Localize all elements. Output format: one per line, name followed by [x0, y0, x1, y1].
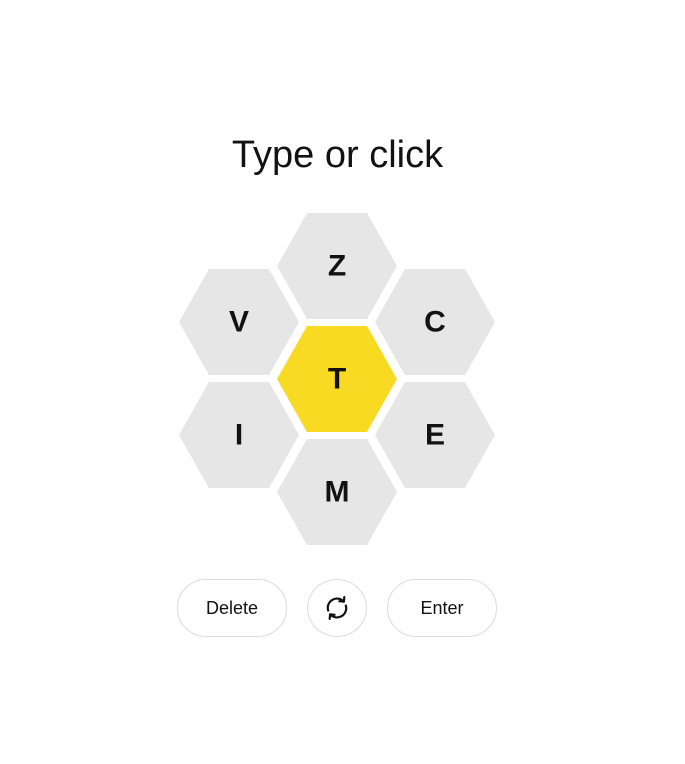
delete-button[interactable]: Delete	[177, 579, 287, 637]
hive-cell-upper-left[interactable]: V	[179, 269, 299, 375]
shuffle-button[interactable]	[307, 579, 367, 637]
hive-cell-upper-right[interactable]: C	[375, 269, 495, 375]
hive-cell-bottom[interactable]: M	[277, 439, 397, 545]
hive-cell-lower-right[interactable]: E	[375, 382, 495, 488]
hive-letter: T	[328, 363, 346, 396]
hive-letter: M	[325, 476, 350, 509]
hive-letter: Z	[328, 250, 346, 283]
delete-button-label: Delete	[205, 597, 259, 618]
enter-button[interactable]: Enter	[387, 579, 497, 637]
hive-cell-lower-left[interactable]: I	[179, 382, 299, 488]
shuffle-icon	[322, 593, 352, 623]
hive-letter: E	[425, 419, 445, 452]
hive-cell-center[interactable]: T	[277, 326, 397, 432]
enter-button-label: Enter	[420, 597, 464, 618]
hive-letter: I	[235, 419, 243, 452]
hive-cell-top[interactable]: Z	[277, 213, 397, 319]
hive: Z V C T I E M	[179, 213, 495, 545]
hive-letter: C	[424, 306, 446, 339]
hive-letter: V	[229, 306, 249, 339]
